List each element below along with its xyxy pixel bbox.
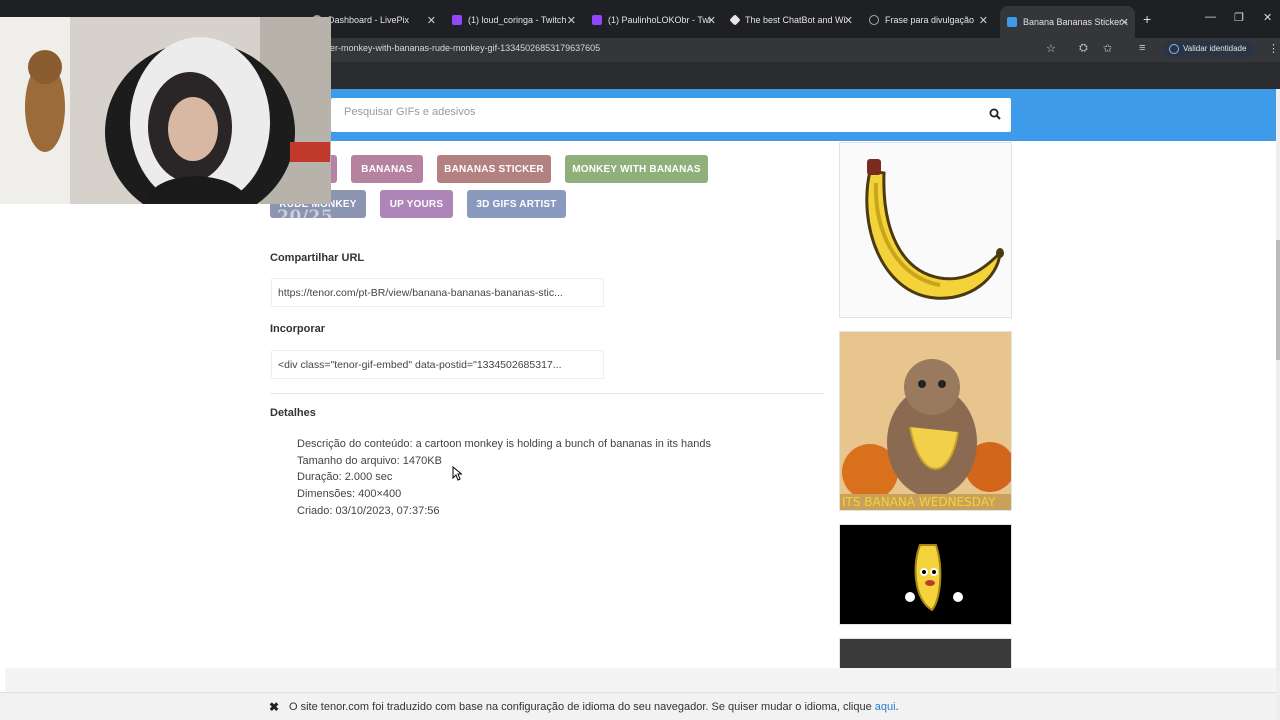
tab-chatbot[interactable]: The best ChatBot and Wi ✕	[729, 8, 859, 32]
minimize-icon[interactable]: —	[1205, 11, 1216, 23]
footer-strip	[5, 668, 1276, 692]
embed-title: Incorporar	[270, 323, 326, 335]
new-tab-icon[interactable]: +	[1143, 11, 1151, 27]
subs-goal-overlay: SUBS 20/25	[215, 207, 334, 227]
share-url-field[interactable]: https://tenor.com/pt-BR/view/banana-bana…	[271, 278, 604, 307]
scrollbar[interactable]	[1276, 89, 1280, 720]
profile-icon	[1169, 44, 1179, 54]
bookmark-star-icon[interactable]: ☆	[1046, 42, 1056, 55]
search-icon[interactable]	[989, 108, 1001, 120]
close-icon[interactable]: ✕	[1120, 16, 1129, 29]
tab-twitch-paulinho[interactable]: (1) PaulinhoLOKObr - Twi ✕	[592, 8, 722, 32]
favorites-icon[interactable]: ✩	[1103, 42, 1112, 55]
detail-created: Criado: 03/10/2023, 07:37:56	[297, 504, 440, 517]
tag-bananas-sticker[interactable]: BANANAS STICKER	[437, 155, 551, 183]
validate-identity-label: Validar identidade	[1183, 44, 1247, 53]
globe-icon	[869, 15, 879, 25]
restore-icon[interactable]: ❐	[1234, 11, 1244, 24]
share-url-title: Compartilhar URL	[270, 252, 365, 264]
tag-monkey-with-bananas[interactable]: MONKEY WITH BANANAS	[565, 155, 708, 183]
close-icon[interactable]: ✕	[427, 14, 436, 27]
close-icon[interactable]: ✕	[844, 14, 853, 27]
detail-size: Tamanho do arquivo: 1470KB	[297, 454, 442, 467]
change-language-link[interactable]: aqui	[875, 701, 896, 713]
tenor-icon	[1007, 17, 1017, 27]
streamer-webcam-image	[0, 17, 331, 204]
tab-label: Dashboard - LivePix	[328, 15, 410, 25]
twitch-icon	[452, 15, 462, 25]
search-input[interactable]	[344, 106, 944, 118]
related-gif-cat-monkey[interactable]: ITS BANANA WEDNESDAY	[839, 331, 1012, 511]
tab-label: Banana Bananas Sticker -	[1023, 17, 1128, 27]
tab-livepix[interactable]: Dashboard - LivePix ✕	[312, 8, 442, 32]
validate-identity-button[interactable]: Validar identidade	[1163, 41, 1255, 57]
search-bar[interactable]	[331, 98, 1011, 132]
tab-label: Frase para divulgação	[885, 15, 975, 25]
tab-tenor-active[interactable]: Banana Bananas Sticker - ✕	[1000, 6, 1135, 38]
tab-twitch-loud[interactable]: (1) loud_coringa - Twitch ✕	[452, 8, 582, 32]
tab-label: (1) PaulinhoLOKObr - Twi	[608, 15, 711, 25]
related-gif-banana[interactable]	[839, 142, 1012, 318]
close-icon[interactable]: ✕	[707, 14, 716, 27]
tag-3d-gifs-artist[interactable]: 3D GIFS ARTIST	[467, 190, 566, 218]
wednesday-caption: ITS BANANA WEDNESDAY	[842, 495, 996, 509]
notice-message: O site tenor.com foi traduzido com base …	[289, 701, 875, 713]
chatbot-icon	[729, 14, 741, 26]
notice-end: .	[895, 701, 899, 713]
divider	[270, 393, 824, 394]
detail-dimensions: Dimensões: 400×400	[297, 488, 402, 501]
close-icon[interactable]: ✕	[979, 14, 988, 27]
related-gif-dancing-banana[interactable]	[839, 524, 1012, 625]
tab-label: The best ChatBot and Wi	[745, 15, 846, 25]
detail-description: Descrição do conteúdo: a cartoon monkey …	[297, 438, 711, 450]
mouse-cursor-icon	[452, 466, 462, 481]
webcam-overlay	[0, 17, 331, 204]
embed-code-field[interactable]: <div class="tenor-gif-embed" data-postid…	[271, 350, 604, 379]
scrollbar-thumb[interactable]	[1276, 240, 1280, 360]
reading-list-icon[interactable]: ≡	[1139, 42, 1145, 54]
banana-image	[865, 159, 1004, 300]
window-close-icon[interactable]: ✕	[1263, 11, 1272, 24]
main-content	[5, 141, 1276, 671]
notice-text: O site tenor.com foi traduzido com base …	[289, 701, 899, 713]
tab-frase[interactable]: Frase para divulgação ✕	[869, 8, 994, 32]
cat-monkey-image	[840, 332, 1011, 510]
details-title: Detalhes	[270, 407, 316, 419]
tag-up-yours[interactable]: UP YOURS	[380, 190, 453, 218]
detail-duration: Duração: 2.000 sec	[297, 471, 393, 484]
menu-dots-icon[interactable]: ⋮	[1268, 42, 1279, 55]
translation-notice: ✖ O site tenor.com foi traduzido com bas…	[0, 692, 1280, 720]
details-list: Descrição do conteúdo: a cartoon monkey …	[297, 436, 711, 520]
url-text[interactable]: er-monkey-with-bananas-rude-monkey-gif-1…	[330, 43, 600, 53]
extension-icon[interactable]: ⛭	[1079, 42, 1088, 55]
tab-label: (1) loud_coringa - Twitch	[468, 15, 567, 25]
dancing-banana-image	[905, 544, 963, 612]
dismiss-notice-icon[interactable]: ✖	[269, 700, 279, 714]
close-icon[interactable]: ✕	[567, 14, 576, 27]
twitch-icon	[592, 15, 602, 25]
tag-bananas[interactable]: BANANAS	[351, 155, 423, 183]
